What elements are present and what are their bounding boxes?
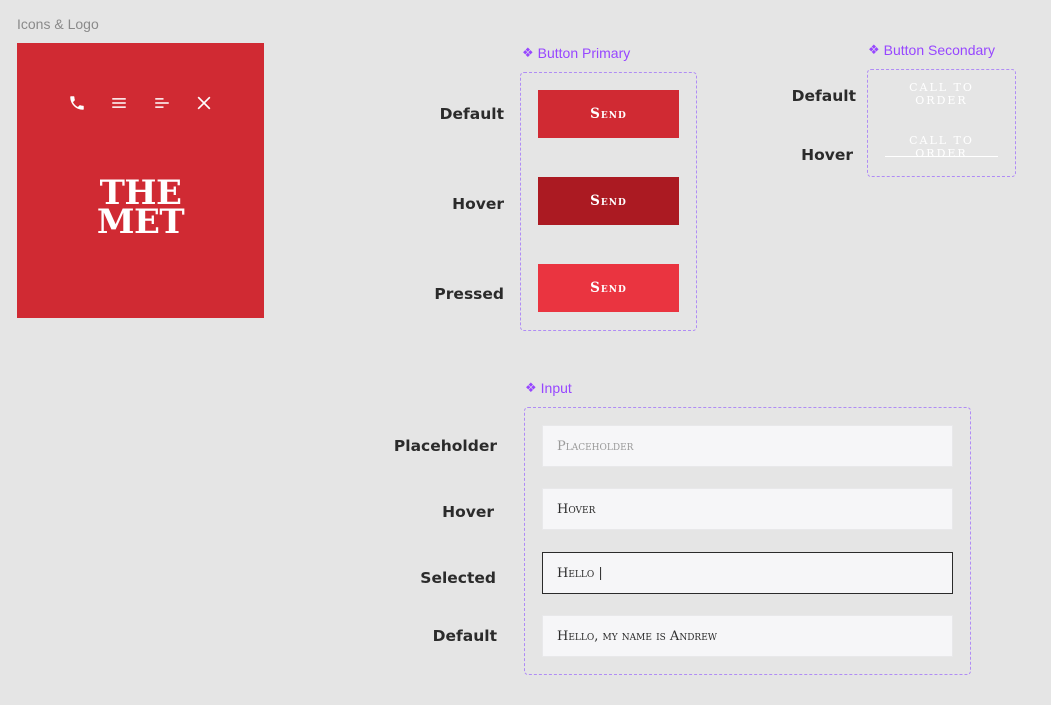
frame-title: Icons & Logo: [17, 16, 99, 32]
state-label-default: Default: [432, 627, 497, 645]
logo-line-met: MET: [96, 202, 185, 242]
component-set-icon: ❖: [868, 42, 880, 57]
button-primary-set-label: ❖ Button Primary: [522, 45, 631, 61]
close-icon[interactable]: [193, 92, 215, 114]
phone-icon[interactable]: [66, 92, 88, 114]
state-label-default: Default: [439, 105, 504, 123]
state-label-default: Default: [791, 87, 856, 105]
state-label-selected: Selected: [420, 569, 496, 587]
call-to-order-button-hover[interactable]: call to order: [885, 134, 998, 160]
state-label-placeholder: Placeholder: [393, 437, 497, 455]
text-input-default[interactable]: Hello, my name is Andrew: [542, 615, 953, 657]
component-set-icon: ❖: [522, 45, 534, 60]
logo-card: THE MET: [17, 43, 264, 318]
text-input-hover[interactable]: Hover: [542, 488, 953, 530]
send-button-pressed[interactable]: Send: [538, 264, 679, 312]
component-set-icon: ❖: [525, 380, 537, 395]
align-left-lines-icon[interactable]: [151, 92, 173, 114]
text-input-placeholder[interactable]: Placeholder: [542, 425, 953, 467]
send-button-hover[interactable]: Send: [538, 177, 679, 225]
call-to-order-button-default[interactable]: call to order: [885, 81, 998, 107]
state-label-pressed: Pressed: [434, 285, 504, 303]
state-label-hover: Hover: [801, 146, 853, 164]
button-secondary-set-label: ❖ Button Secondary: [868, 42, 995, 58]
input-set-label: ❖ Input: [525, 380, 572, 396]
text-input-selected[interactable]: Hello |: [542, 552, 953, 594]
the-met-logo: THE MET: [17, 176, 264, 242]
hamburger-menu-icon[interactable]: [108, 92, 130, 114]
state-label-hover: Hover: [452, 195, 504, 213]
state-label-hover: Hover: [442, 503, 494, 521]
send-button-default[interactable]: Send: [538, 90, 679, 138]
